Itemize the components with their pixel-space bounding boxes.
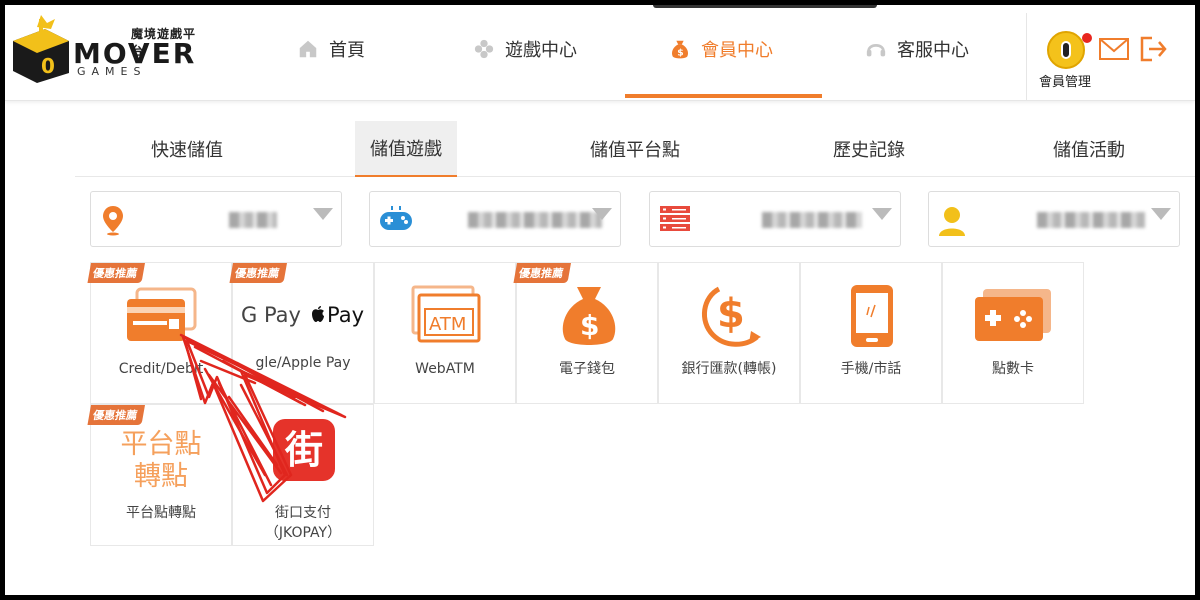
nav-home[interactable]: 首頁 xyxy=(297,35,365,63)
character-select[interactable] xyxy=(928,191,1180,247)
tab-label: 儲值遊戲 xyxy=(370,139,442,160)
nav-label: 首頁 xyxy=(329,40,365,61)
mobile-phone-icon xyxy=(851,285,893,347)
blurred-value xyxy=(229,212,277,228)
game-card-icon xyxy=(975,289,1051,341)
blurred-value xyxy=(762,212,862,228)
payment-label: 街口支付 xyxy=(275,505,331,521)
tab-quick-deposit[interactable]: 快速儲值 xyxy=(75,121,299,177)
user-icon xyxy=(939,207,965,236)
payment-label: 平台點轉點 xyxy=(126,505,196,521)
bank-transfer-icon: $ xyxy=(702,286,761,347)
payment-mobile-phone[interactable]: 手機/市話 xyxy=(800,262,942,404)
logo-sub-text: GAMES xyxy=(77,65,147,78)
notification-dot xyxy=(1082,33,1092,43)
site-logo[interactable]: 0 魔境遊戲平台 MOVER GAMES xyxy=(7,11,207,83)
logout-icon[interactable] xyxy=(1140,36,1168,62)
headset-icon xyxy=(866,43,886,57)
avatar[interactable] xyxy=(1047,31,1085,69)
jkopay-icon: 街 xyxy=(273,419,335,481)
icon-text-line: 轉點 xyxy=(134,461,188,492)
chevron-down-icon xyxy=(592,208,612,220)
nav-customer-service[interactable]: 客服中心 xyxy=(865,35,969,63)
member-management-link[interactable]: 會員管理 xyxy=(1039,71,1091,90)
chevron-down-icon xyxy=(1151,208,1171,220)
svg-text:0: 0 xyxy=(41,54,55,78)
payment-label: 點數卡 xyxy=(992,361,1034,377)
site-header: 0 魔境遊戲平台 MOVER GAMES 首頁 遊戲中心 $ 會員中心 客服中心… xyxy=(5,5,1195,101)
payment-webatm[interactable]: ATM WebATM xyxy=(374,262,516,404)
nav-game-center[interactable]: 遊戲中心 xyxy=(473,35,577,63)
blurred-value xyxy=(468,212,602,228)
nav-label: 會員中心 xyxy=(701,40,773,61)
payment-label: 銀行匯款(轉帳) xyxy=(681,361,777,377)
credit-card-icon xyxy=(127,287,197,341)
nav-label: 客服中心 xyxy=(897,40,969,61)
nav-label: 遊戲中心 xyxy=(505,40,577,61)
jkopay-icon-text: 街 xyxy=(284,428,323,472)
payment-label: WebATM xyxy=(415,361,475,377)
tab-history[interactable]: 歷史記錄 xyxy=(765,121,973,177)
gamepad-icon xyxy=(474,39,494,59)
top-bar xyxy=(653,5,877,8)
atm-icon: ATM xyxy=(411,285,481,343)
tab-label: 儲值活動 xyxy=(1053,140,1125,161)
region-select[interactable] xyxy=(90,191,342,247)
home-icon xyxy=(299,40,317,58)
nav-member-center[interactable]: $ 會員中心 xyxy=(669,35,773,63)
header-divider xyxy=(1026,13,1027,101)
payment-label: 手機/市話 xyxy=(840,361,902,377)
chevron-down-icon xyxy=(872,208,892,220)
promo-ribbon: 優惠推薦 xyxy=(87,405,145,425)
tab-deposit-game[interactable]: 儲值遊戲 xyxy=(355,121,457,177)
payment-bank-transfer[interactable]: $ 銀行匯款(轉帳) xyxy=(658,262,800,404)
deposit-tabs: 快速儲值 儲值遊戲 儲值平台點 歷史記錄 儲值活動 xyxy=(75,121,1195,177)
promo-ribbon: 優惠推薦 xyxy=(513,263,571,283)
atm-icon-text: ATM xyxy=(429,314,466,335)
payment-credit-debit[interactable]: Credit/Debit 優惠推薦 xyxy=(87,262,232,404)
tab-deposit-events[interactable]: 儲值活動 xyxy=(985,121,1193,177)
tab-label: 歷史記錄 xyxy=(833,140,905,161)
gamepad-icon xyxy=(380,206,412,230)
icon-text-line: 平台點 xyxy=(120,429,202,460)
game-select[interactable] xyxy=(369,191,621,247)
payment-e-wallet[interactable]: $ 電子錢包 優惠推薦 xyxy=(513,262,658,404)
payment-label: （JKOPAY） xyxy=(264,525,342,541)
svg-text:$: $ xyxy=(580,309,599,342)
svg-text:$: $ xyxy=(717,291,745,337)
svg-text:$: $ xyxy=(677,47,683,58)
nav-active-indicator xyxy=(625,94,822,98)
apple-pay-brand: Pay xyxy=(327,303,365,327)
money-bag-icon: $ xyxy=(562,287,616,345)
payment-label: Credit/Debit xyxy=(118,361,204,377)
page-frame: 0 魔境遊戲平台 MOVER GAMES 首頁 遊戲中心 $ 會員中心 客服中心… xyxy=(5,5,1195,595)
payment-platform-points-transfer[interactable]: 平台點 轉點 平台點轉點 優惠推薦 xyxy=(87,404,232,546)
tab-label: 儲值平台點 xyxy=(590,140,680,161)
payment-label: gle/Apple Pay xyxy=(255,355,351,371)
tab-deposit-platform-points[interactable]: 儲值平台點 xyxy=(533,121,737,177)
tab-label: 快速儲值 xyxy=(151,140,223,161)
server-icon xyxy=(660,206,690,231)
promo-ribbon: 優惠推薦 xyxy=(229,263,287,283)
location-icon xyxy=(103,206,123,236)
apple-icon xyxy=(312,306,324,322)
payment-label: 電子錢包 xyxy=(559,361,615,377)
platform-points-icon: 平台點 轉點 xyxy=(91,429,231,493)
payment-google-apple-pay[interactable]: G Pay Pay gle/Apple Pay 優惠推薦 xyxy=(229,262,374,404)
money-bag-icon: $ xyxy=(671,40,689,58)
google-pay-brand: G Pay xyxy=(241,303,301,327)
mail-icon[interactable] xyxy=(1099,38,1129,60)
logo-emblem-icon: 0 xyxy=(13,15,69,83)
chevron-down-icon xyxy=(313,208,333,220)
blurred-value xyxy=(1037,212,1145,228)
payment-game-card[interactable]: 點數卡 xyxy=(942,262,1084,404)
promo-ribbon: 優惠推薦 xyxy=(87,263,145,283)
google-apple-pay-icon: G Pay Pay xyxy=(241,303,369,331)
server-select[interactable] xyxy=(649,191,901,247)
payment-jkopay[interactable]: 街 街口支付 （JKOPAY） xyxy=(232,404,374,546)
